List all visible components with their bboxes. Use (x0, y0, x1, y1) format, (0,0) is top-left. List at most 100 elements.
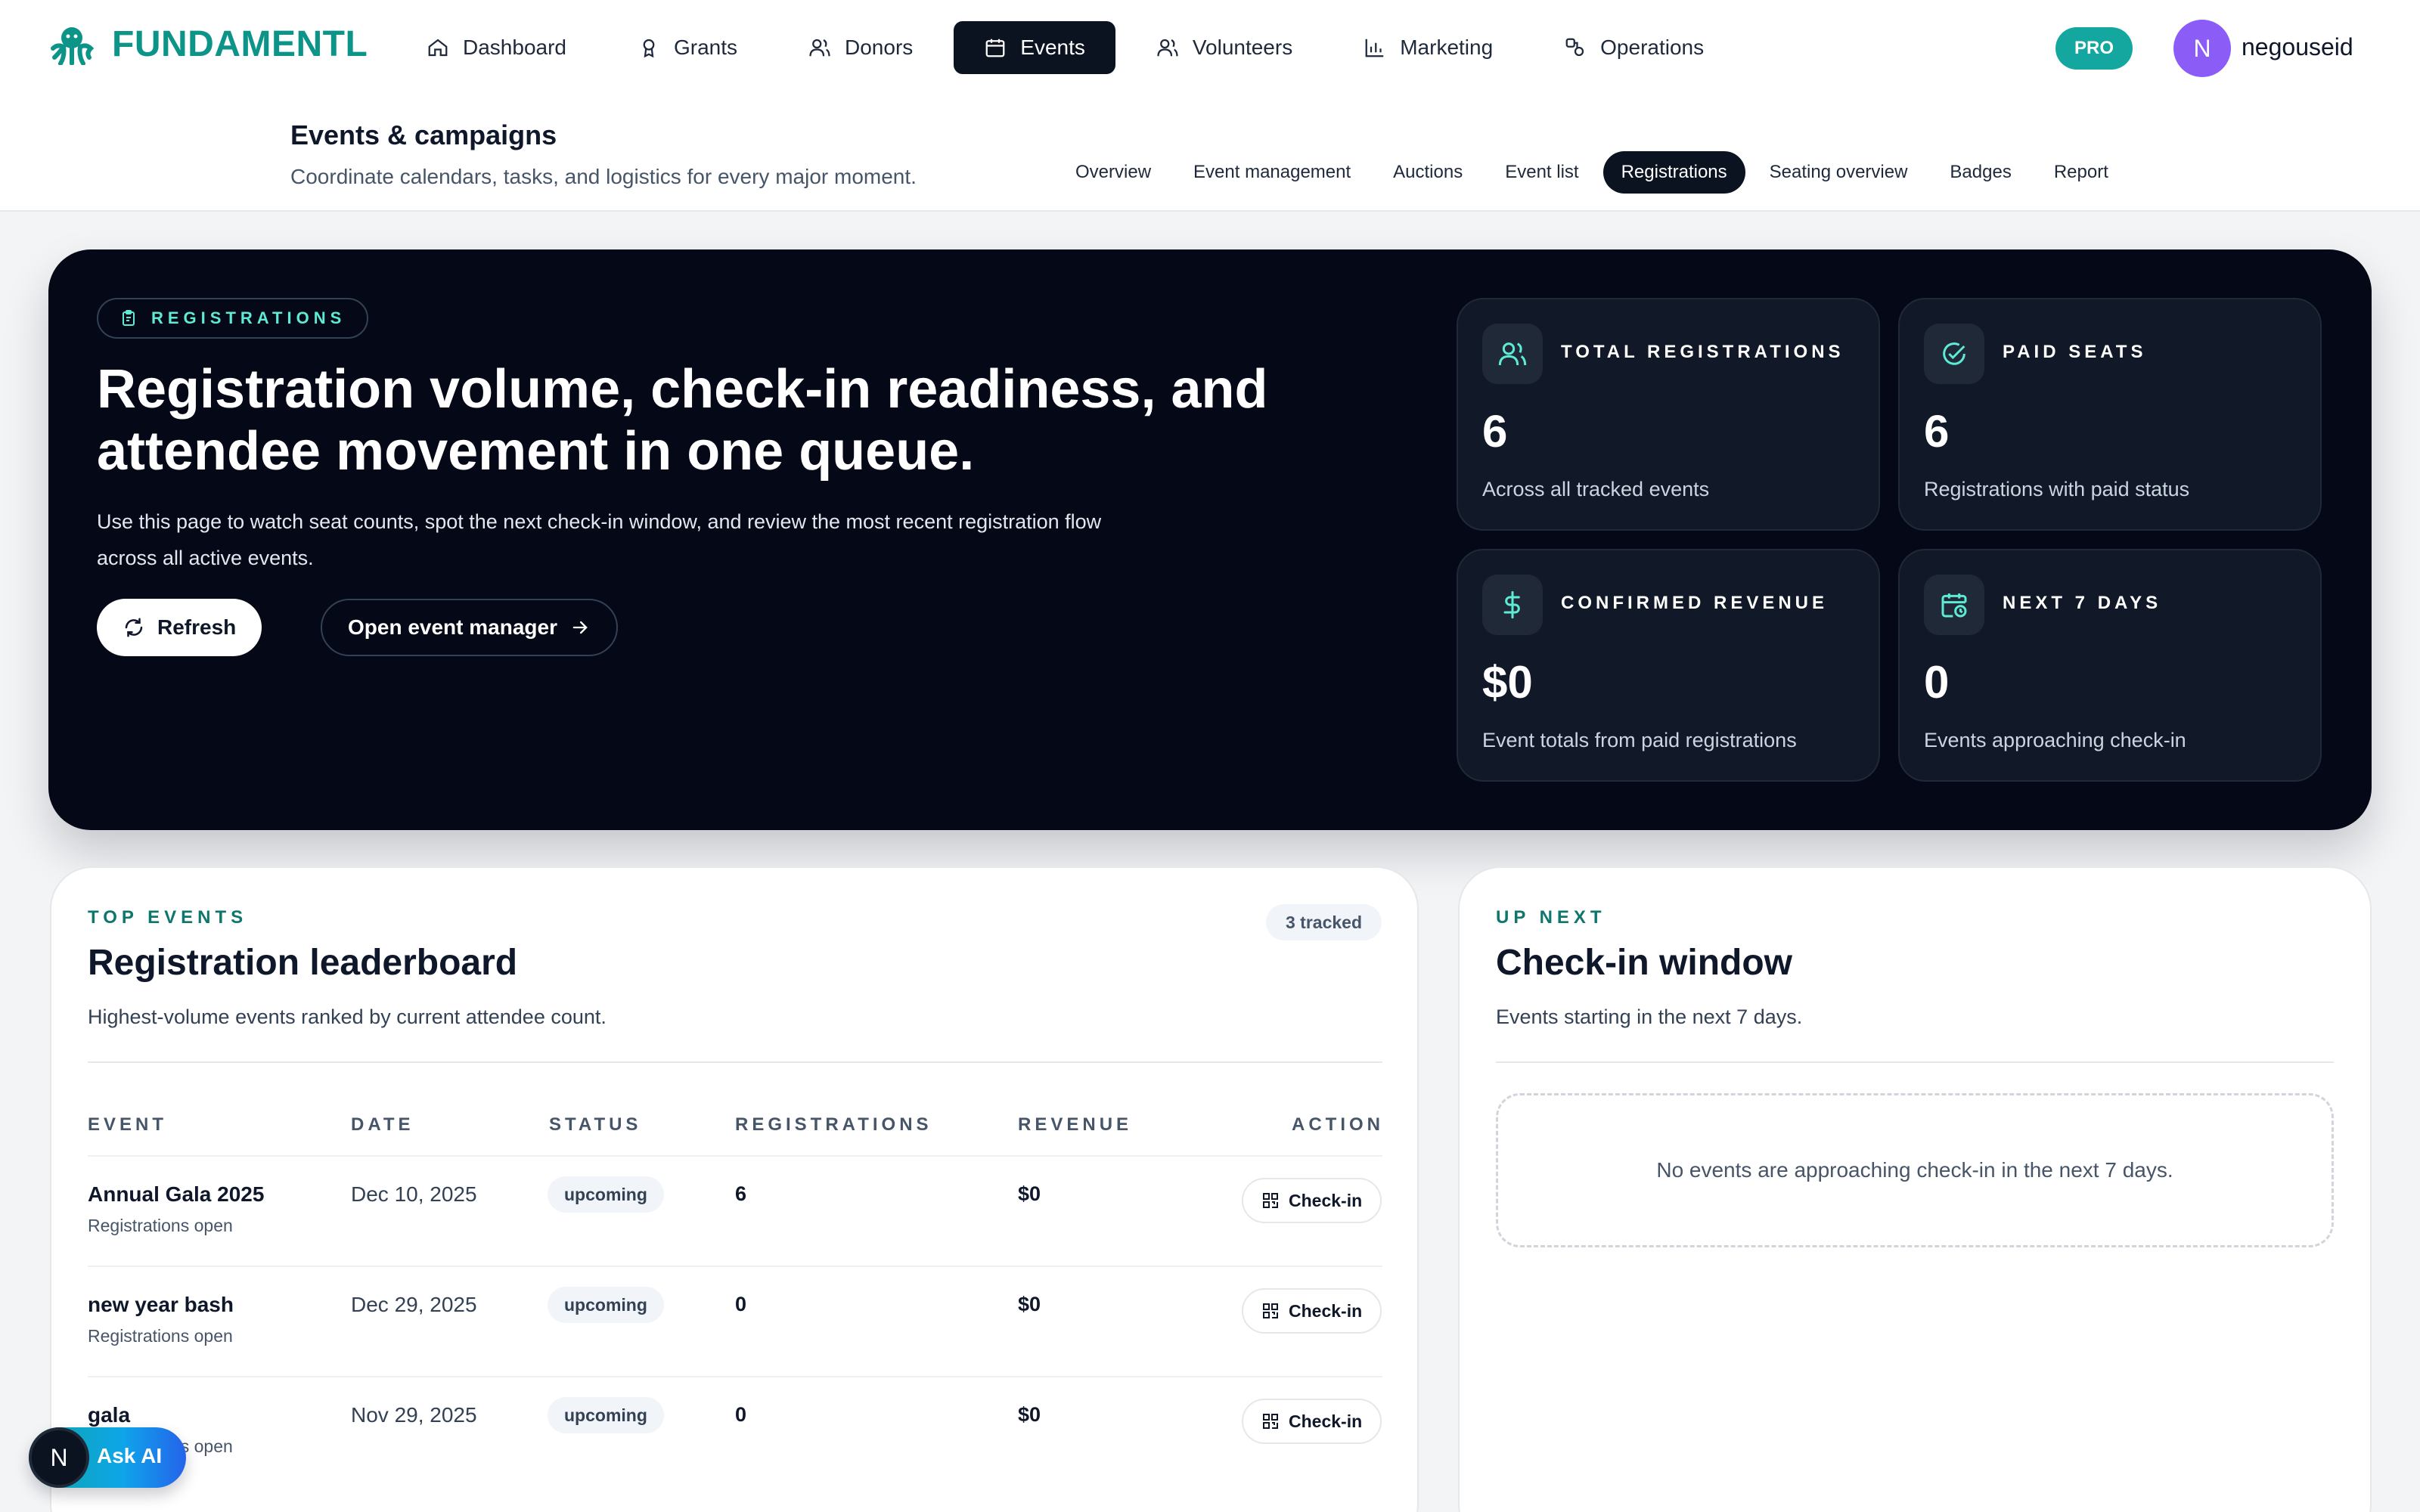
tab-event-management[interactable]: Event management (1175, 151, 1369, 194)
refresh-label: Refresh (157, 615, 237, 639)
event-name[interactable]: gala (88, 1403, 130, 1427)
registration-leaderboard-card: TOP EVENTS Registration leaderboard High… (50, 866, 1419, 1512)
brand[interactable]: FUNDAMENTL (48, 23, 368, 65)
users-icon (1157, 39, 1178, 57)
checkin-title: Check-in window (1496, 943, 1793, 983)
stat-label: PAID SEATS (2003, 342, 2147, 362)
event-date: Nov 29, 2025 (351, 1403, 477, 1427)
qr-code-icon (1263, 1193, 1278, 1208)
checkin-subtitle: Events starting in the next 7 days. (1496, 1005, 1803, 1028)
leaderboard-title: Registration leaderboard (88, 943, 518, 983)
nav-volunteers-label: Volunteers (1192, 36, 1293, 59)
nav-grants[interactable]: Grants (607, 21, 768, 74)
event-date: Dec 29, 2025 (351, 1293, 477, 1316)
row-divider (88, 1266, 1382, 1267)
check-in-button[interactable]: Check-in (1242, 1178, 1382, 1223)
event-date: Dec 10, 2025 (351, 1182, 477, 1206)
stat-value: 6 (1482, 406, 1508, 457)
nav-donors[interactable]: Donors (778, 21, 943, 74)
operations-icon (1565, 38, 1584, 57)
tab-registrations[interactable]: Registrations (1602, 151, 1745, 194)
tab-report[interactable]: Report (2036, 151, 2127, 194)
hero-title: Registration volume, check-in readiness,… (97, 359, 1268, 482)
nav-volunteers[interactable]: Volunteers (1126, 21, 1323, 74)
tracked-count-badge: 3 tracked (1266, 904, 1382, 940)
stat-confirmed-revenue: CONFIRMED REVENUE $0 Event totals from p… (1457, 549, 1880, 782)
nav-dashboard[interactable]: Dashboard (396, 21, 597, 74)
stat-label: NEXT 7 DAYS (2003, 593, 2162, 613)
revenue-value: $0 (1018, 1182, 1041, 1205)
arrow-right-icon (572, 621, 588, 634)
column-header-status: STATUS (549, 1114, 642, 1135)
stat-caption: Events approaching check-in (1924, 729, 2186, 751)
tab-seating-overview[interactable]: Seating overview (1751, 151, 1926, 194)
qr-code-icon (1263, 1414, 1278, 1429)
calendar-icon (985, 39, 1005, 57)
brand-name: FUNDAMENTL (112, 23, 368, 64)
tab-auctions[interactable]: Auctions (1375, 151, 1481, 194)
divider (1496, 1061, 2334, 1063)
column-header-action: ACTION (1292, 1114, 1384, 1135)
page-header: Events & campaigns Coordinate calendars,… (0, 97, 2420, 212)
leaderboard-subtitle: Highest-volume events ranked by current … (88, 1005, 607, 1028)
check-circle-icon (1943, 342, 1965, 365)
stat-value: 6 (1924, 406, 1950, 457)
event-name[interactable]: new year bash (88, 1293, 234, 1317)
check-in-label: Check-in (1289, 1300, 1363, 1321)
calendar-clock-icon (1941, 593, 1967, 618)
pro-badge[interactable]: PRO (2055, 27, 2133, 70)
registration-count: 0 (735, 1403, 747, 1426)
nav-operations[interactable]: Operations (1534, 21, 1734, 74)
ask-ai-button[interactable]: N Ask AI (29, 1427, 186, 1488)
stat-label: CONFIRMED REVENUE (1561, 593, 1829, 613)
section-tabs: Overview Event management Auctions Event… (1057, 151, 2127, 194)
open-event-manager-button[interactable]: Open event manager (321, 599, 618, 656)
event-name[interactable]: Annual Gala 2025 (88, 1182, 264, 1207)
refresh-icon (125, 618, 143, 637)
tab-overview[interactable]: Overview (1057, 151, 1169, 194)
hero-section-pill: REGISTRATIONS (97, 298, 369, 339)
check-in-button[interactable]: Check-in (1242, 1288, 1382, 1334)
users-icon (809, 39, 830, 57)
revenue-value: $0 (1018, 1403, 1041, 1426)
tab-badges[interactable]: Badges (1931, 151, 2029, 194)
stat-paid-seats: PAID SEATS 6 Registrations with paid sta… (1898, 298, 2322, 531)
row-divider (88, 1155, 1382, 1157)
status-badge: upcoming (548, 1397, 664, 1433)
stat-total-registrations: TOTAL REGISTRATIONS 6 Across all tracked… (1457, 298, 1880, 531)
check-in-window-card: UP NEXT Check-in window Events starting … (1458, 866, 2372, 1512)
page-subtitle: Coordinate calendars, tasks, and logisti… (290, 165, 917, 188)
nav-donors-label: Donors (845, 36, 914, 59)
stat-caption: Event totals from paid registrations (1482, 729, 1797, 751)
qr-code-icon (1263, 1303, 1278, 1318)
user-avatar[interactable]: N (2173, 20, 2231, 77)
stat-label: TOTAL REGISTRATIONS (1561, 342, 1844, 362)
nav-events[interactable]: Events (954, 21, 1115, 74)
column-header-registrations: REGISTRATIONS (735, 1114, 932, 1135)
registration-count: 6 (735, 1182, 747, 1205)
username[interactable]: negouseid (2242, 33, 2353, 61)
dollar-icon (1503, 590, 1520, 619)
users-icon (1498, 342, 1527, 366)
nav-dashboard-label: Dashboard (463, 36, 566, 59)
refresh-button[interactable]: Refresh (97, 599, 262, 656)
event-note: Registrations open (88, 1216, 233, 1235)
clipboard-icon (123, 310, 135, 326)
award-icon (643, 39, 655, 58)
revenue-value: $0 (1018, 1293, 1041, 1315)
tab-event-list[interactable]: Event list (1487, 151, 1596, 194)
row-divider (88, 1376, 1382, 1377)
status-badge: upcoming (548, 1176, 664, 1213)
nav-events-label: Events (1020, 36, 1085, 59)
check-in-button[interactable]: Check-in (1242, 1399, 1382, 1444)
hero-description: Use this page to watch seat counts, spot… (97, 510, 1102, 569)
open-event-manager-label: Open event manager (348, 615, 557, 639)
stat-value: $0 (1482, 657, 1533, 708)
stat-caption: Registrations with paid status (1924, 478, 2190, 500)
checkin-eyebrow: UP NEXT (1496, 907, 1606, 928)
registrations-hero: REGISTRATIONS Registration volume, check… (48, 249, 2372, 830)
registration-count: 0 (735, 1293, 747, 1315)
top-navigation: FUNDAMENTL Dashboard Grants Donors Event… (0, 0, 2420, 97)
nav-marketing[interactable]: Marketing (1333, 21, 1523, 74)
main-nav: Dashboard Grants Donors Events Volunteer… (396, 21, 1734, 74)
